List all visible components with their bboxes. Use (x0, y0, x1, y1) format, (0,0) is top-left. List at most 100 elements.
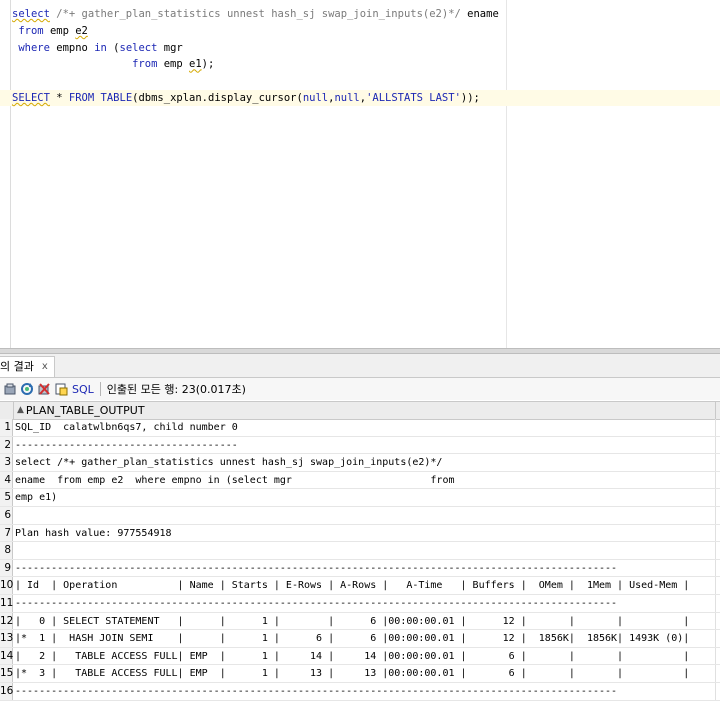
row-number[interactable]: 6 (0, 506, 13, 524)
table-row[interactable]: 11 --------------------------------------… (0, 594, 720, 613)
plan-output-cell[interactable]: |* 3 | TABLE ACCESS FULL| EMP | 1 | 13 |… (15, 665, 689, 682)
plan-output-cell[interactable]: ename from emp e2 where empno in (select… (15, 472, 455, 489)
row-edge (715, 647, 716, 665)
row-edge (715, 436, 716, 454)
code-token: ( (106, 41, 120, 54)
delete-icon[interactable] (37, 382, 51, 396)
plan-output-cell[interactable]: SQL_ID calatwlbn6qs7, child number 0 (15, 419, 238, 436)
row-edge (715, 665, 716, 682)
code-token: (dbms_xplan.display_cursor( (132, 92, 303, 104)
code-line[interactable]: where empno in (select mgr (12, 40, 183, 56)
table-row[interactable]: 9 ---------------------------------------… (0, 559, 720, 578)
row-number[interactable]: 1 (0, 419, 13, 436)
row-edge (715, 471, 716, 489)
row-number[interactable]: 16 (0, 682, 13, 700)
table-row[interactable]: 4 ename from emp e2 where empno in (selec… (0, 471, 720, 490)
plan-output-cell[interactable]: Plan hash value: 977554918 (15, 525, 172, 542)
results-toolbar: SQL 인출된 모든 행: 23(0.017초) (0, 378, 720, 400)
table-row[interactable]: 3 select /*+ gather_plan_statistics unnes… (0, 454, 720, 472)
table-row[interactable]: 15 |* 3 | TABLE ACCESS FULL| EMP | 1 | 13… (0, 665, 720, 683)
row-edge (715, 489, 716, 506)
row-number[interactable]: 3 (0, 454, 13, 471)
code-token: select (119, 41, 158, 54)
sql-icon[interactable] (54, 382, 68, 396)
code-line[interactable]: from emp e2 (12, 23, 88, 39)
grid-edge (715, 402, 716, 419)
tab-query-result[interactable]: 의 결과 x (0, 356, 55, 377)
results-tab-bar: 의 결과 x (0, 354, 720, 378)
code-token: TABLE (100, 92, 133, 104)
row-edge (715, 559, 716, 577)
plan-output-cell[interactable]: ----------------------------------------… (15, 683, 617, 700)
row-number[interactable]: 12 (0, 612, 13, 630)
editor-gutter (0, 0, 11, 350)
table-row[interactable]: 5 emp e1) (0, 489, 720, 507)
grid-rows: 1 SQL_ID calatwlbn6qs7, child number 0 2 --… (0, 419, 720, 701)
plan-output-cell[interactable]: |* 1 | HASH JOIN SEMI | | 1 | 6 | 6 |00:… (15, 630, 689, 647)
row-number[interactable]: 13 (0, 630, 13, 647)
row-number[interactable]: 15 (0, 665, 13, 682)
row-edge (715, 612, 716, 630)
plan-output-cell[interactable]: ----------------------------------------… (15, 560, 617, 577)
row-number[interactable]: 11 (0, 594, 13, 612)
code-token: e1 (189, 58, 202, 71)
close-icon[interactable]: x (42, 357, 48, 377)
table-row[interactable]: 8 (0, 542, 720, 560)
code-token: ename (460, 8, 499, 20)
table-row[interactable]: 10 | Id | Operation | Name | Starts | E-R… (0, 577, 720, 595)
row-edge (715, 506, 716, 524)
sort-icon: ▲ (17, 405, 24, 415)
plan-output-cell[interactable]: | 0 | SELECT STATEMENT | | 1 | | 6 |00:0… (15, 613, 689, 630)
code-token: 'ALLSTATS LAST' (366, 92, 461, 104)
code-line[interactable]: select /*+ gather_plan_statistics unnest… (12, 6, 499, 22)
row-edge (715, 682, 716, 700)
table-row[interactable]: 6 (0, 506, 720, 525)
row-number[interactable]: 5 (0, 489, 13, 506)
row-edge (715, 542, 716, 559)
code-token: e2 (75, 24, 88, 37)
plan-output-cell[interactable]: ------------------------------------- (15, 437, 238, 454)
pin-icon[interactable] (3, 382, 17, 396)
code-token: /*+ gather_plan_statistics unnest hash_s… (56, 8, 461, 20)
row-number[interactable]: 14 (0, 647, 13, 665)
row-edge (715, 630, 716, 647)
row-number[interactable]: 7 (0, 524, 13, 542)
code-token: mgr (157, 41, 183, 54)
plan-output-cell[interactable]: ----------------------------------------… (15, 595, 617, 612)
column-header-plan-table-output[interactable]: ▲ PLAN_TABLE_OUTPUT (17, 402, 145, 419)
table-row[interactable]: 1 SQL_ID calatwlbn6qs7, child number 0 (0, 419, 720, 437)
code-line[interactable]: from emp e1); (12, 56, 214, 72)
grid-corner[interactable] (0, 402, 14, 419)
row-edge (715, 577, 716, 594)
row-number[interactable]: 10 (0, 577, 13, 594)
table-row[interactable]: 14 | 2 | TABLE ACCESS FULL| EMP | 1 | 14 … (0, 647, 720, 666)
table-row[interactable]: 13 |* 1 | HASH JOIN SEMI | | 1 | 6 | 6 |0… (0, 630, 720, 648)
column-header-label: PLAN_TABLE_OUTPUT (25, 404, 145, 417)
sql-button[interactable]: SQL (72, 383, 94, 396)
table-row[interactable]: 7 Plan hash value: 977554918 (0, 524, 720, 543)
row-number[interactable]: 9 (0, 559, 13, 577)
code-token: ); (201, 58, 215, 71)
plan-output-cell[interactable]: emp e1) (15, 489, 57, 506)
row-edge (715, 454, 716, 471)
row-edge (715, 419, 716, 436)
row-number[interactable]: 4 (0, 471, 13, 489)
fetch-status: 인출된 모든 행: 23(0.017초) (106, 383, 246, 396)
plan-output-cell[interactable]: | Id | Operation | Name | Starts | E-Row… (15, 577, 689, 594)
refresh-icon[interactable] (20, 382, 34, 396)
table-row[interactable]: 2 ------------------------------------- (0, 436, 720, 455)
table-row[interactable]: 12 | 0 | SELECT STATEMENT | | 1 | | 6 |00… (0, 612, 720, 631)
row-edge (715, 524, 716, 542)
code-token: emp (157, 58, 190, 71)
plan-output-cell[interactable]: | 2 | TABLE ACCESS FULL| EMP | 1 | 14 | … (15, 648, 689, 665)
code-token: emp (43, 24, 76, 37)
sql-editor[interactable]: select /*+ gather_plan_statistics unnest… (0, 0, 720, 350)
code-line[interactable]: SELECT * FROM TABLE(dbms_xplan.display_c… (0, 90, 720, 106)
code-token: in (94, 41, 107, 54)
plan-output-cell[interactable]: select /*+ gather_plan_statistics unnest… (15, 454, 442, 471)
editor-margin-line (506, 0, 507, 350)
row-number[interactable]: 2 (0, 436, 13, 454)
code-token: null (334, 92, 360, 104)
row-number[interactable]: 8 (0, 542, 13, 559)
